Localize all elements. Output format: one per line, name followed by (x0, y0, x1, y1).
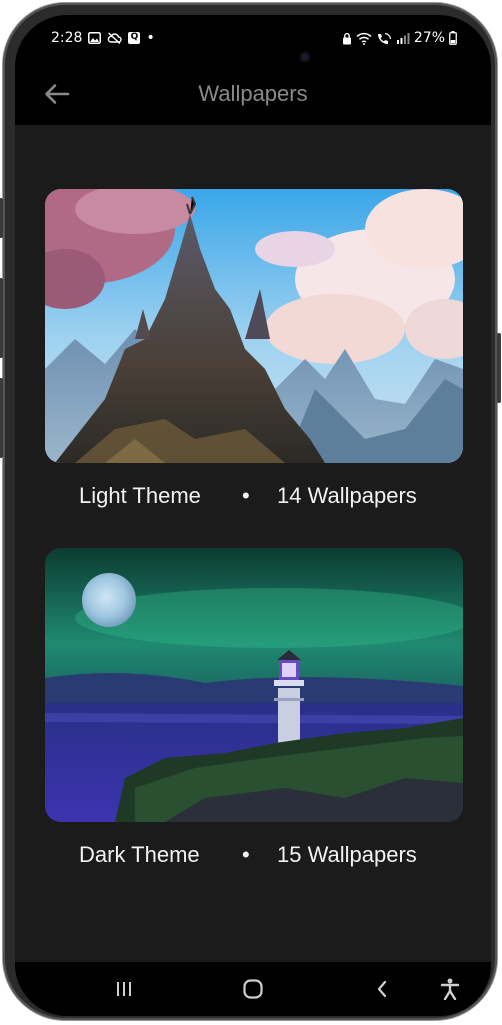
battery-icon (449, 31, 457, 45)
dot-icon: • (146, 30, 155, 46)
battery-percent: 27% (413, 30, 445, 46)
q-app-icon: Q (128, 32, 141, 44)
cloud-off-icon (108, 32, 123, 44)
back-icon (377, 980, 387, 998)
screen: 2:28 Q • 27% Wallpapers Light Theme • 14… (15, 15, 491, 1016)
nav-home-button[interactable] (238, 974, 268, 1004)
home-icon (243, 979, 263, 999)
collection-caption: Dark Theme • 15 Wallpapers (45, 842, 463, 872)
separator-dot: • (242, 483, 250, 508)
collection-name: Light Theme (79, 483, 201, 508)
light-theme-image[interactable] (45, 189, 463, 463)
system-nav-bar (15, 962, 491, 1016)
side-button (0, 378, 3, 458)
lock-icon (342, 32, 351, 44)
nav-recents-button[interactable] (109, 974, 139, 1004)
wallpaper-count: 15 Wallpapers (277, 842, 417, 867)
collection-name: Dark Theme (79, 842, 200, 867)
wallpaper-count: 14 Wallpapers (277, 483, 417, 508)
signal-icon (396, 33, 410, 44)
accessibility-icon (440, 978, 460, 1000)
app-bar: Wallpapers (15, 65, 491, 125)
image-icon (88, 32, 102, 44)
wifi-call-icon (377, 32, 391, 44)
dark-theme-image[interactable] (45, 548, 463, 822)
status-time: 2:28 (51, 30, 83, 46)
phone-frame: 2:28 Q • 27% Wallpapers Light Theme • 14… (0, 3, 501, 1020)
page-title: Wallpapers (198, 81, 308, 106)
collection-card-dark[interactable]: Dark Theme • 15 Wallpapers (45, 548, 463, 872)
volume-down-button (0, 278, 3, 358)
volume-button (0, 198, 3, 238)
power-button (497, 333, 501, 403)
recents-icon (117, 982, 131, 996)
status-bar: 2:28 Q • 27% (15, 15, 491, 65)
nav-back-button[interactable] (367, 974, 397, 1004)
collection-card-light[interactable]: Light Theme • 14 Wallpapers (45, 189, 463, 513)
wifi-icon (356, 32, 372, 45)
nav-accessibility-button[interactable] (435, 974, 465, 1004)
wallpaper-list: Light Theme • 14 Wallpapers Dark Theme •… (15, 125, 491, 962)
front-camera (301, 53, 309, 61)
separator-dot: • (242, 842, 250, 867)
collection-caption: Light Theme • 14 Wallpapers (45, 483, 463, 513)
